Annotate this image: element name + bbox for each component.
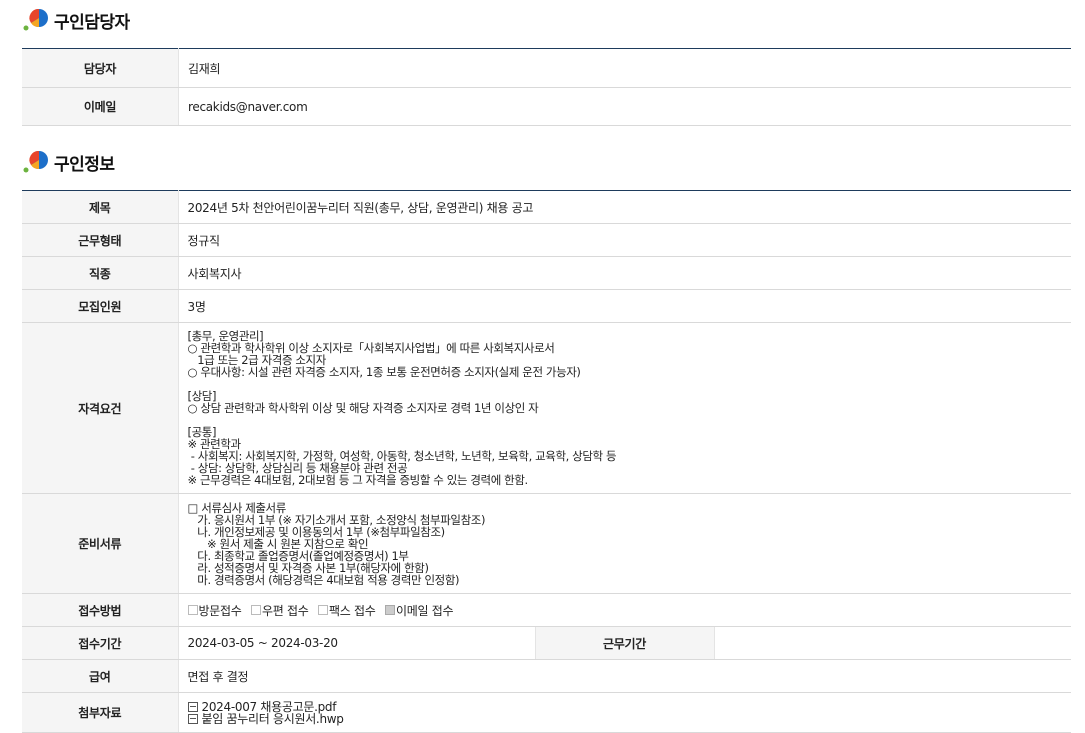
- row-label: 자격요건: [22, 322, 179, 494]
- contact-table: 담당자 김재희 이메일 recakids@naver.com: [22, 48, 1071, 126]
- checkbox-box: [317, 605, 328, 615]
- section-heading: 구인담당자: [54, 12, 130, 33]
- work-period: [714, 626, 1071, 660]
- attachment-filename: 붙임 꿈누리터 응시원서.hwp: [201, 711, 344, 726]
- file-icon: [187, 701, 198, 712]
- row-label: 제목: [22, 190, 179, 224]
- employment-type: 정규직: [178, 223, 1071, 257]
- row-label: 이메일: [22, 87, 179, 126]
- table-row: 접수방법 방문접수 우편 접수 팩스 접수 이메일 접수: [22, 593, 1071, 627]
- method-mail-checkbox[interactable]: 우편 접수: [250, 602, 309, 619]
- checkbox-label: 방문접수: [198, 603, 242, 618]
- contact-section-title: 구인담당자: [22, 6, 130, 34]
- row-label: 첨부자료: [22, 692, 179, 733]
- checkbox-box: [250, 605, 261, 615]
- brand-logo-icon: [22, 6, 50, 34]
- table-row: 준비서류 □ 서류심사 제출서류 가. 응시원서 1부 (※ 자기소개서 포함,…: [22, 493, 1071, 594]
- row-label: 근무기간: [534, 626, 715, 660]
- headcount: 3명: [178, 289, 1071, 323]
- table-row: 첨부자료 2024-007 채용공고문.pdf 붙임 꿈누리터 응시원서.hwp: [22, 692, 1072, 733]
- table-row: 제목 2024년 5차 천안어린이꿈누리터 직원(총무, 상담, 운영관리) 채…: [22, 190, 1071, 224]
- row-label: 모집인원: [22, 289, 179, 323]
- table-row: 직종 사회복지사: [22, 256, 1071, 290]
- contact-email: recakids@naver.com: [178, 87, 1071, 126]
- row-label: 접수기간: [22, 626, 179, 660]
- application-period: 2024-03-05 ~ 2024-03-20: [178, 626, 535, 660]
- row-label: 접수방법: [22, 593, 179, 627]
- method-email-checkbox[interactable]: 이메일 접수: [384, 602, 454, 619]
- table-row: 모집인원 3명: [22, 289, 1071, 323]
- documents-text: □ 서류심사 제출서류 가. 응시원서 1부 (※ 자기소개서 포함, 소정양식…: [187, 500, 486, 587]
- salary: 면접 후 결정: [178, 659, 1071, 693]
- checkbox-label: 우편 접수: [261, 603, 309, 618]
- table-row: 담당자 김재희: [22, 48, 1071, 88]
- checkbox-box: [187, 605, 198, 615]
- qualification-text: [총무, 운영관리] ○ 관련학과 학사학위 이상 소지자로「사회복지사업법」에…: [187, 329, 617, 487]
- row-label: 담당자: [22, 48, 179, 88]
- table-row: 근무형태 정규직: [22, 223, 1071, 257]
- job-table: 제목 2024년 5차 천안어린이꿈누리터 직원(총무, 상담, 운영관리) 채…: [22, 190, 1071, 733]
- row-label: 준비서류: [22, 493, 179, 594]
- checkbox-box: [384, 605, 395, 615]
- table-row: 접수기간 2024-03-05 ~ 2024-03-20 근무기간: [22, 626, 1071, 660]
- contact-name: 김재희: [178, 48, 1071, 88]
- attachment-link[interactable]: 2024-007 채용공고문.pdf: [187, 699, 1072, 714]
- row-label: 급여: [22, 659, 179, 693]
- job-section-title: 구인정보: [22, 148, 115, 176]
- occupation: 사회복지사: [178, 256, 1071, 290]
- method-fax-checkbox[interactable]: 팩스 접수: [317, 602, 376, 619]
- row-label: 직종: [22, 256, 179, 290]
- table-row: 급여 면접 후 결정: [22, 659, 1071, 693]
- file-icon: [187, 713, 198, 724]
- method-visit-checkbox[interactable]: 방문접수: [187, 602, 242, 619]
- section-heading: 구인정보: [54, 154, 115, 175]
- job-title: 2024년 5차 천안어린이꿈누리터 직원(총무, 상담, 운영관리) 채용 공…: [178, 190, 1071, 224]
- table-row: 자격요건 [총무, 운영관리] ○ 관련학과 학사학위 이상 소지자로「사회복지…: [22, 322, 1071, 494]
- checkbox-label: 이메일 접수: [395, 603, 454, 618]
- brand-logo-icon: [22, 148, 50, 176]
- attachment-filename: 2024-007 채용공고문.pdf: [201, 699, 337, 714]
- table-row: 이메일 recakids@naver.com: [22, 87, 1071, 126]
- attachment-link[interactable]: 붙임 꿈누리터 응시원서.hwp: [187, 711, 1072, 726]
- row-label: 근무형태: [22, 223, 179, 257]
- checkbox-label: 팩스 접수: [328, 603, 376, 618]
